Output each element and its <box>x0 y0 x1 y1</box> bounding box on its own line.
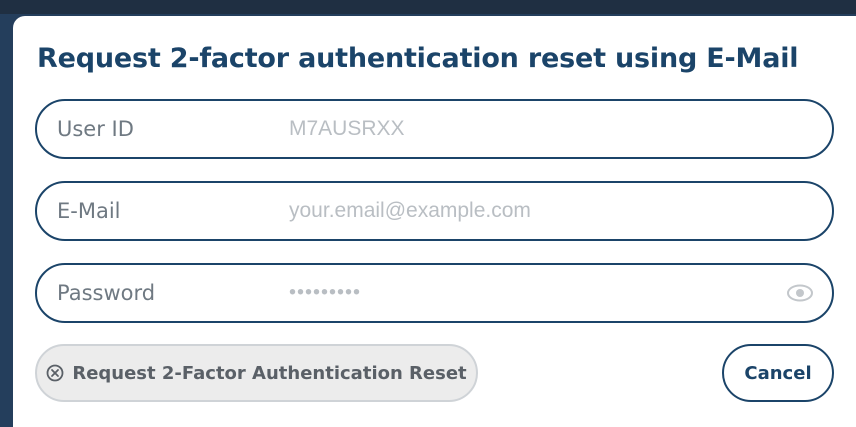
dialog-title: Request 2-factor authentication reset us… <box>37 43 799 74</box>
backdrop <box>0 0 856 14</box>
password-field: Password <box>35 263 834 323</box>
request-2fa-reset-label: Request 2-Factor Authentication Reset <box>72 362 467 384</box>
cancel-circle-icon <box>46 364 64 382</box>
reset-2fa-dialog: Request 2-factor authentication reset us… <box>13 16 856 427</box>
cancel-button[interactable]: Cancel <box>722 344 834 402</box>
password-input[interactable] <box>289 281 769 305</box>
email-label: E-Mail <box>57 199 121 223</box>
password-label: Password <box>57 281 156 305</box>
email-field: E-Mail <box>35 181 834 241</box>
user-id-label: User ID <box>57 117 134 141</box>
email-input[interactable] <box>289 199 769 223</box>
user-id-field: User ID <box>35 99 834 159</box>
user-id-input[interactable] <box>289 117 769 141</box>
request-2fa-reset-button[interactable]: Request 2-Factor Authentication Reset <box>35 344 478 402</box>
eye-icon[interactable] <box>786 283 814 303</box>
